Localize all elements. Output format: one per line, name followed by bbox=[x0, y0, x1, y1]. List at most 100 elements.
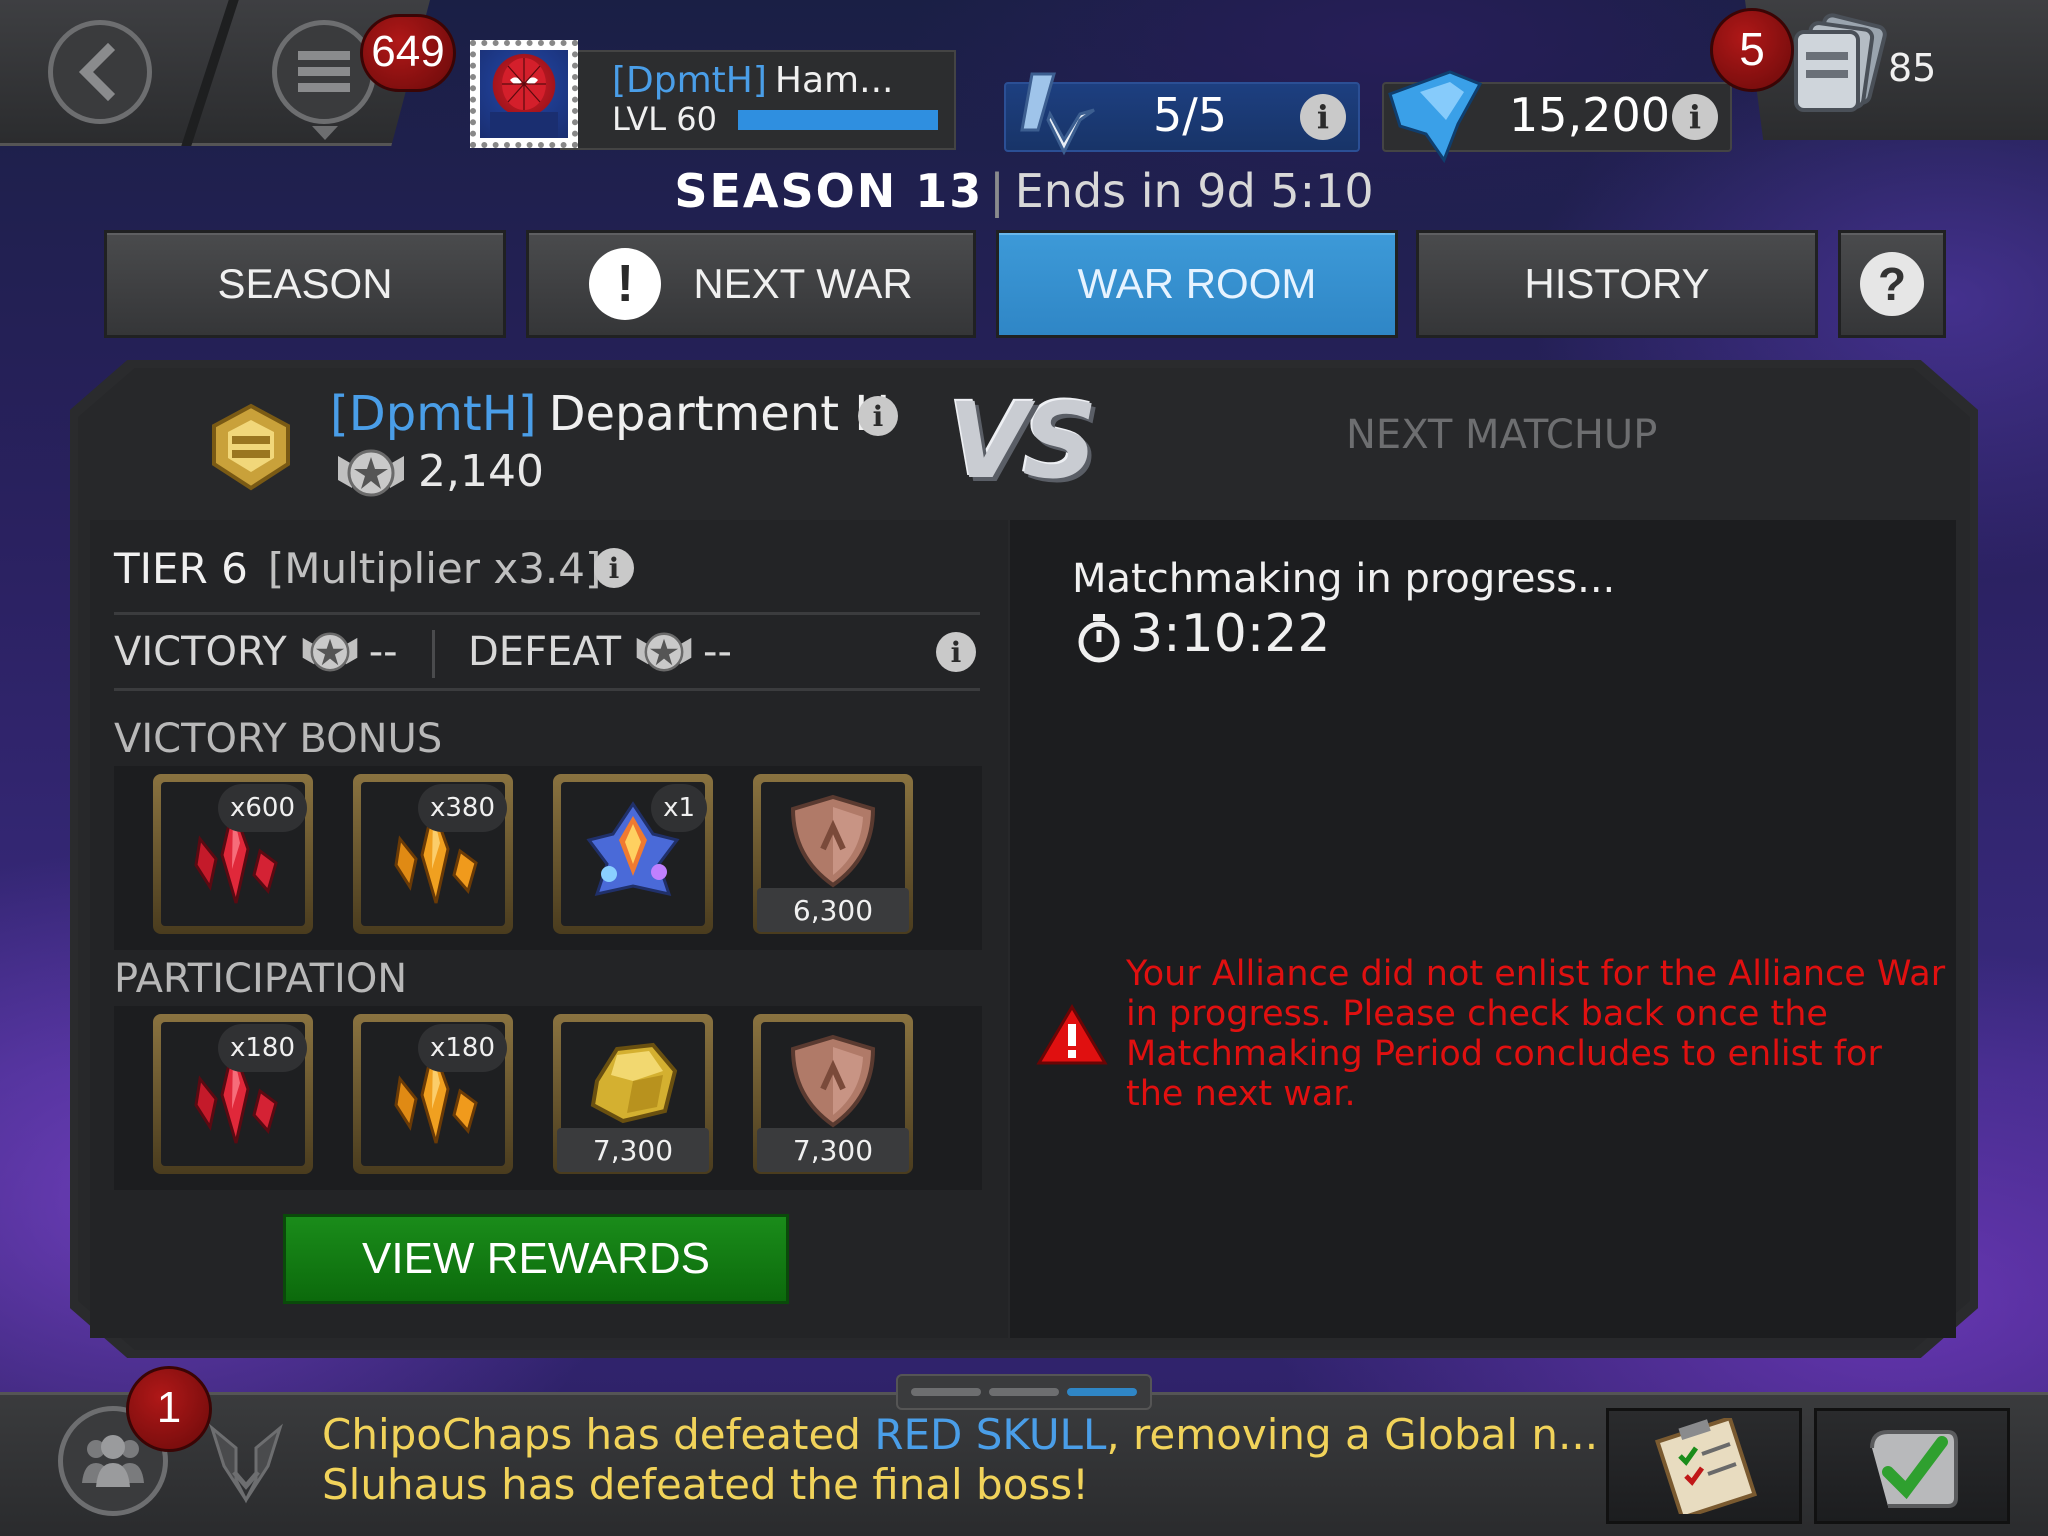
profile-level: LVL 60 bbox=[612, 100, 717, 138]
season-separator: | bbox=[989, 164, 1005, 218]
crystal-currency-icon bbox=[1388, 70, 1483, 164]
help-button[interactable]: ? bbox=[1838, 230, 1946, 338]
mail-count: 85 bbox=[1888, 46, 1937, 90]
energy-icon bbox=[1020, 72, 1095, 156]
tier-info-icon[interactable]: i bbox=[594, 548, 634, 588]
xp-bar-fill bbox=[738, 110, 938, 130]
crystals-value: 15,200 bbox=[1509, 88, 1670, 142]
victory-label: VICTORY bbox=[114, 629, 287, 675]
tab-history[interactable]: HISTORY bbox=[1416, 230, 1818, 338]
alliance-members-icon bbox=[82, 1435, 144, 1487]
menu-caret-icon bbox=[312, 126, 338, 140]
tab-history-label: HISTORY bbox=[1524, 260, 1710, 307]
defeat-points: DEFEAT -- bbox=[468, 628, 732, 676]
victory-points: VICTORY -- bbox=[114, 628, 398, 676]
mail-badge: 5 bbox=[1710, 8, 1794, 92]
alliance-rank-emblem-icon bbox=[212, 403, 290, 491]
tab-next-war-label: NEXT WAR bbox=[693, 260, 913, 307]
war-crest-icon bbox=[209, 1423, 283, 1504]
scroll-check-icon bbox=[1870, 1430, 1958, 1508]
alliance-full-name: Department H bbox=[548, 386, 891, 442]
war-rating-icon bbox=[338, 449, 404, 497]
reward-value: 7,300 bbox=[557, 1128, 709, 1172]
alliance-rating: 2,140 bbox=[418, 446, 544, 497]
back-arrow-icon bbox=[78, 42, 116, 102]
spider-man-portrait-icon bbox=[490, 58, 558, 138]
victory-bonus-heading: VICTORY BONUS bbox=[114, 716, 443, 762]
tab-season-label: SEASON bbox=[217, 260, 393, 307]
victory-points-icon bbox=[302, 632, 357, 672]
page-dot bbox=[989, 1388, 1059, 1396]
victory-value: -- bbox=[368, 629, 398, 675]
tier-label: TIER 6 bbox=[114, 544, 248, 593]
reward-value: 6,300 bbox=[757, 888, 909, 932]
tab-war-room[interactable]: WAR ROOM bbox=[996, 230, 1398, 338]
energy-info-icon[interactable]: i bbox=[1300, 94, 1346, 140]
participation-heading: PARTICIPATION bbox=[114, 956, 408, 1002]
page-indicator[interactable] bbox=[896, 1374, 1152, 1410]
page-dot bbox=[1067, 1388, 1137, 1396]
menu-badge: 649 bbox=[360, 14, 456, 92]
alliance-tag: [DpmtH] bbox=[330, 386, 537, 442]
stopwatch-icon bbox=[1078, 614, 1120, 663]
reward-tile[interactable]: x180 bbox=[153, 1014, 313, 1174]
quests-button[interactable] bbox=[1606, 1408, 1802, 1524]
reward-qty: x1 bbox=[651, 784, 707, 832]
reward-tile[interactable]: 7,300 bbox=[553, 1014, 713, 1174]
energy-value: 5/5 bbox=[1152, 88, 1228, 142]
defeat-points-icon bbox=[636, 632, 692, 672]
view-rewards-button[interactable]: VIEW REWARDS bbox=[283, 1214, 789, 1304]
reward-qty: x380 bbox=[417, 784, 507, 832]
reward-qty: x600 bbox=[217, 784, 307, 832]
completed-button[interactable] bbox=[1814, 1408, 2010, 1524]
mail-stack-icon[interactable] bbox=[1784, 12, 1894, 116]
points-info-icon[interactable]: i bbox=[936, 632, 976, 672]
tab-war-room-label: WAR ROOM bbox=[1077, 260, 1317, 307]
reward-tile[interactable]: x380 bbox=[353, 774, 513, 934]
reward-qty: x180 bbox=[217, 1024, 307, 1072]
help-icon: ? bbox=[1860, 252, 1924, 316]
clipboard-icon bbox=[1654, 1418, 1758, 1514]
matchmaking-status: Matchmaking in progress... bbox=[1072, 556, 1616, 602]
avatar[interactable] bbox=[470, 40, 578, 148]
hamburger-icon bbox=[298, 51, 350, 92]
back-button[interactable] bbox=[48, 20, 152, 124]
alliance-info-icon[interactable]: i bbox=[858, 396, 898, 436]
season-ends: Ends in 9d 5:10 bbox=[1014, 164, 1374, 218]
next-matchup-label: NEXT MATCHUP bbox=[1346, 412, 1658, 458]
tab-next-war[interactable]: ! NEXT WAR bbox=[526, 230, 976, 338]
warning-icon bbox=[1036, 1004, 1108, 1065]
reward-tile[interactable]: x600 bbox=[153, 774, 313, 934]
gold-nugget-icon bbox=[590, 1042, 678, 1124]
profile-name: [DpmtH] Ham... bbox=[612, 60, 893, 101]
reward-tile[interactable]: 6,300 bbox=[753, 774, 913, 934]
xp-bar bbox=[738, 110, 938, 130]
tab-season[interactable]: SEASON bbox=[104, 230, 506, 338]
ticker-highlight: RED SKULL bbox=[874, 1410, 1107, 1459]
season-line: SEASON 13 | Ends in 9d 5:10 bbox=[0, 164, 2048, 218]
reward-tile[interactable]: x1 bbox=[553, 774, 713, 934]
enlist-warning: Your Alliance did not enlist for the All… bbox=[1126, 954, 1946, 1114]
crystals-info-icon[interactable]: i bbox=[1672, 94, 1718, 140]
reward-tile[interactable]: 7,300 bbox=[753, 1014, 913, 1174]
vs-label: VS bbox=[948, 380, 1097, 502]
tier-line: TIER 6 [Multiplier x3.4] bbox=[114, 544, 601, 593]
alliance-name: [DpmtH] Department H bbox=[330, 386, 890, 442]
menu-button[interactable] bbox=[272, 20, 376, 124]
ticker-text: , removing a Global n... bbox=[1106, 1410, 1599, 1459]
page-dot bbox=[911, 1388, 981, 1396]
ticker-text: ChipoChaps has defeated bbox=[322, 1410, 875, 1459]
matchmaking-timer: 3:10:22 bbox=[1130, 604, 1331, 664]
alliance-badge: 1 bbox=[126, 1366, 212, 1452]
bronze-shield-icon bbox=[790, 794, 876, 888]
news-ticker[interactable]: ChipoChaps has defeated RED SKULL, remov… bbox=[322, 1410, 1598, 1510]
reward-tile[interactable]: x180 bbox=[353, 1014, 513, 1174]
alert-icon: ! bbox=[589, 248, 662, 320]
reward-qty: x180 bbox=[417, 1024, 507, 1072]
ticker-line: ChipoChaps has defeated RED SKULL, remov… bbox=[322, 1410, 1598, 1460]
tier-multiplier: [Multiplier x3.4] bbox=[267, 544, 602, 593]
ticker-line: Sluhaus has defeated the final boss! bbox=[322, 1460, 1089, 1509]
divider bbox=[432, 630, 435, 678]
divider bbox=[114, 612, 980, 615]
profile-player-name: Ham... bbox=[774, 60, 894, 101]
